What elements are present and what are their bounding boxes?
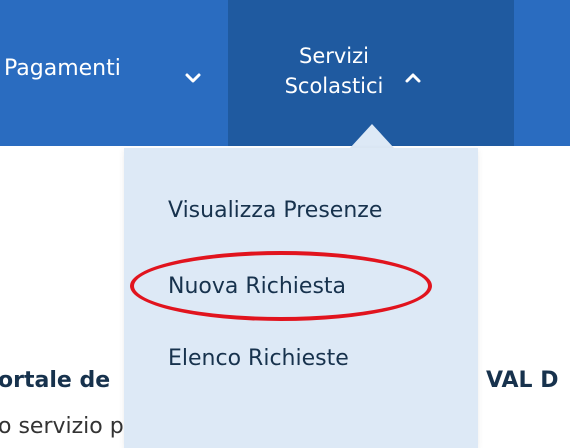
menu-item-elenco-richieste[interactable]: Elenco Richieste (168, 344, 349, 374)
nav-item-pagamenti[interactable]: Pagamenti (0, 0, 228, 146)
menu-item-visualizza-presenze[interactable]: Visualizza Presenze (168, 196, 382, 226)
nav-label-line-1: Servizi (298, 44, 369, 68)
dropdown-menu-servizi-scolastici: Visualizza Presenze Nuova Richiesta Elen… (124, 148, 478, 448)
nav-label-line-2: Scolastici (284, 74, 384, 98)
page-heading-right: VAL D (486, 368, 559, 393)
dropdown-caret (350, 124, 394, 148)
nav-item-servizi-scolastici-label: Servizi Scolastici (274, 41, 394, 101)
nav-item-next[interactable] (514, 0, 570, 146)
menu-item-nuova-richiesta[interactable]: Nuova Richiesta (168, 272, 346, 302)
nav-item-pagamenti-label: Pagamenti (4, 56, 121, 81)
chevron-up-icon (405, 73, 421, 83)
navbar: Pagamenti Servizi Scolastici (0, 0, 570, 146)
page-heading-left: ortale de (0, 368, 111, 393)
chevron-down-icon (185, 73, 201, 83)
